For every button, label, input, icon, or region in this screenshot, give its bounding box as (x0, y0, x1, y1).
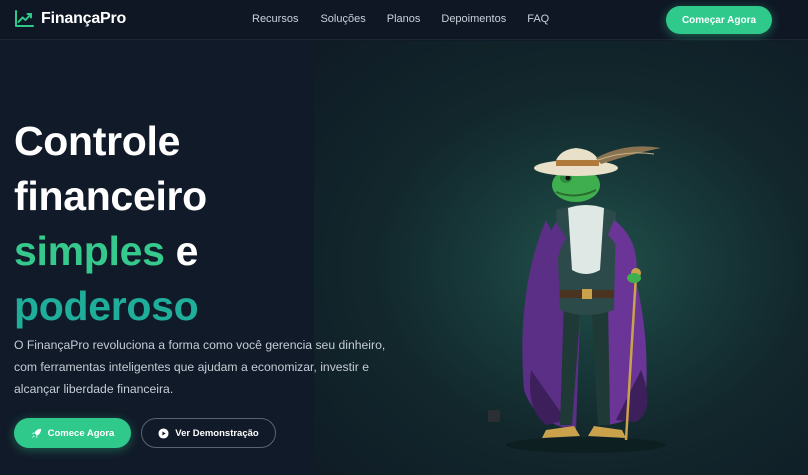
nav-link-solucoes[interactable]: Soluções (320, 13, 365, 25)
hero-subtext: O FinançaPro revoluciona a forma como vo… (14, 338, 386, 396)
nav-links: Recursos Soluções Planos Depoimentos FAQ (252, 13, 549, 25)
start-now-hero-label: Comece Agora (47, 427, 115, 439)
start-now-hero-button[interactable]: Comece Agora (14, 418, 131, 448)
headline-line-3: simples e (14, 224, 394, 279)
headline-line-2: financeiro (14, 173, 207, 219)
nav-link-planos[interactable]: Planos (387, 13, 421, 25)
view-demo-button[interactable]: Ver Demonstração (141, 418, 276, 448)
chart-line-icon (15, 10, 34, 27)
logo[interactable]: FinançaPro (14, 10, 126, 28)
start-now-button[interactable]: Começar Agora (666, 6, 772, 34)
play-circle-icon (158, 427, 169, 439)
logo-text: FinançaPro (41, 10, 127, 27)
headline-highlight-simples: simples (14, 228, 165, 274)
nav-link-faq[interactable]: FAQ (527, 13, 549, 25)
headline-line-1: Controle (14, 118, 181, 164)
headline-highlight-poderoso: poderoso (14, 283, 199, 329)
hero-headline: Controle financeiro simples e poderoso (14, 114, 394, 334)
hero-text: Controle financeiro simples e poderoso (14, 114, 394, 334)
nav-link-recursos[interactable]: Recursos (252, 13, 298, 25)
rocket-icon (31, 428, 41, 438)
headline-line-3-rest: e (164, 228, 199, 274)
view-demo-label: Ver Demonstração (175, 427, 259, 439)
navbar: FinançaPro Recursos Soluções Planos Depo… (0, 0, 808, 40)
frog-dandy-illustration (488, 146, 666, 453)
nav-link-depoimentos[interactable]: Depoimentos (441, 13, 506, 25)
